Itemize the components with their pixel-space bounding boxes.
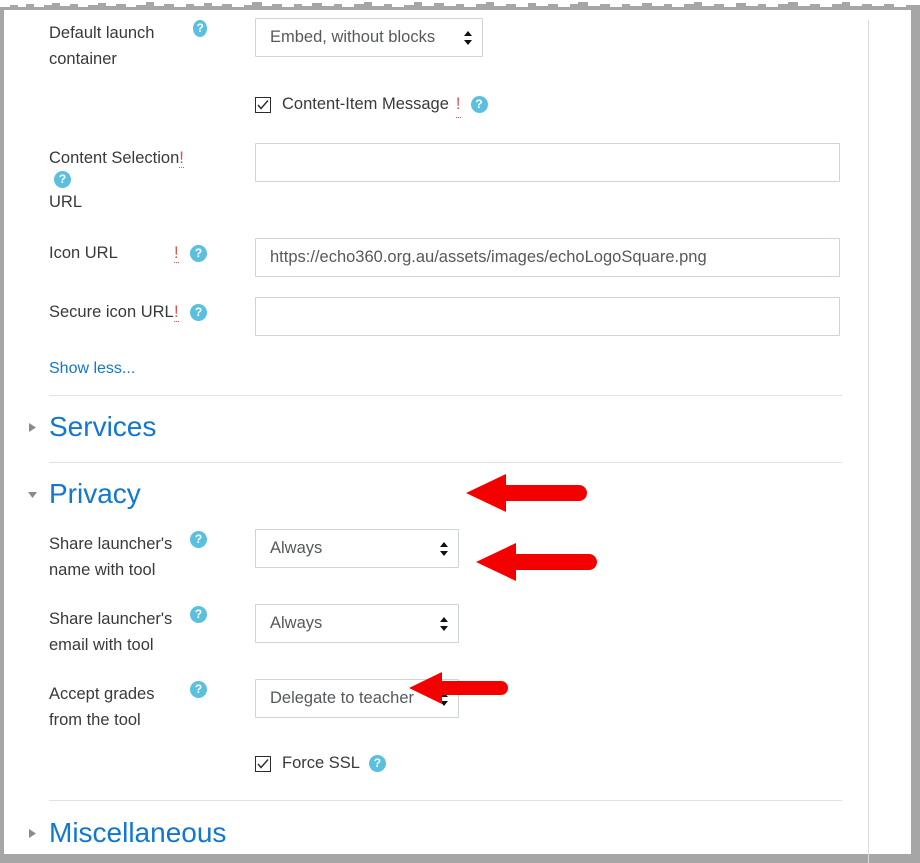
help-icon-default-launch-container[interactable]: ?: [193, 20, 207, 37]
section-header-services[interactable]: Services: [28, 410, 845, 444]
label-share-email: Share launcher's email with tool ?: [49, 604, 207, 658]
advanced-marker-content-item-message: !: [455, 91, 461, 118]
triangle-right-icon-services[interactable]: [24, 422, 40, 433]
field-row-share-email: Share launcher's email with tool ? Alway…: [49, 604, 845, 658]
section-title-services[interactable]: Services: [49, 410, 156, 444]
input-secure-icon-url[interactable]: [255, 297, 840, 336]
control-content-selection-url: [207, 143, 845, 182]
container-right-rule: [868, 20, 869, 863]
field-row-force-ssl: Force SSL ?: [49, 754, 845, 773]
checkbox-content-item-message[interactable]: [255, 96, 271, 113]
help-icon-secure-icon-url[interactable]: ?: [190, 304, 207, 321]
advanced-marker-secure-icon-url: !: [173, 303, 179, 322]
select-share-name-value: Always: [270, 539, 323, 557]
triangle-right-icon-miscellaneous[interactable]: [24, 828, 40, 839]
select-default-launch-container[interactable]: Embed, without blocks: [255, 18, 483, 57]
show-less-link[interactable]: Show less...: [49, 360, 135, 377]
checkbox-row-content-item-message: Content-Item Message ! ?: [255, 91, 845, 118]
select-share-email-value: Always: [270, 614, 323, 632]
label-content-selection-url-line2: URL: [49, 193, 83, 211]
torn-edge-decoration: [0, 0, 920, 10]
label-share-name-line1: Share launcher's: [49, 535, 173, 553]
control-default-launch-container: Embed, without blocks: [207, 18, 845, 57]
updown-caret-icon: [463, 30, 473, 46]
select-accept-grades-value: Delegate to teacher: [270, 689, 415, 707]
settings-page: Default launch container ? Embed, withou…: [4, 10, 911, 863]
control-force-ssl: Force SSL ?: [207, 754, 845, 773]
divider-after-services: [49, 462, 842, 463]
label-content-selection-url-line1: Content Selection: [49, 149, 180, 167]
control-secure-icon-url: [207, 297, 845, 336]
field-row-icon-url: Icon URL ! ? https://echo360.org.au/asse…: [49, 238, 845, 277]
field-row-default-launch-container: Default launch container ? Embed, withou…: [49, 18, 845, 72]
help-icon-force-ssl[interactable]: ?: [368, 755, 386, 772]
label-share-email-line2: email with tool: [49, 636, 154, 654]
label-content-selection-url: Content Selection! ? URL: [49, 143, 207, 215]
select-accept-grades[interactable]: Delegate to teacher: [255, 679, 459, 718]
label-secure-icon-url: Secure icon URL ! ?: [49, 297, 207, 325]
select-share-name[interactable]: Always: [255, 529, 459, 568]
triangle-down-icon-privacy[interactable]: [24, 490, 40, 499]
updown-caret-icon: [439, 541, 449, 557]
label-secure-icon-url-text: Secure icon URL: [49, 303, 174, 321]
divider-after-show-less: [49, 395, 842, 396]
checkbox-force-ssl[interactable]: [255, 755, 271, 772]
updown-caret-icon: [439, 616, 449, 632]
label-default-launch-container: Default launch container ?: [49, 18, 207, 72]
frame-border-right: [911, 8, 920, 863]
help-icon-content-item-message[interactable]: ?: [470, 96, 488, 113]
control-content-item-message: Content-Item Message ! ?: [207, 91, 845, 118]
input-icon-url[interactable]: https://echo360.org.au/assets/images/ech…: [255, 238, 840, 277]
select-share-email[interactable]: Always: [255, 604, 459, 643]
label-default-launch-container-text: Default launch container: [49, 24, 155, 68]
control-share-name: Always: [207, 529, 845, 568]
checkbox-label-content-item-message: Content-Item Message: [282, 95, 449, 113]
help-icon-share-email[interactable]: ?: [190, 606, 207, 623]
label-icon-url-text: Icon URL: [49, 244, 118, 262]
label-icon-url: Icon URL ! ?: [49, 238, 207, 266]
checkbox-row-force-ssl: Force SSL ?: [255, 754, 845, 773]
label-spacer-content-item-message: [49, 91, 207, 93]
field-row-content-item-message: Content-Item Message ! ?: [49, 91, 845, 118]
label-accept-grades-line1: Accept grades: [49, 685, 155, 703]
select-default-launch-container-value: Embed, without blocks: [270, 28, 436, 46]
label-share-name: Share launcher's name with tool ?: [49, 529, 207, 583]
section-title-privacy[interactable]: Privacy: [49, 477, 141, 511]
divider-after-privacy: [49, 800, 842, 801]
field-row-content-selection-url: Content Selection! ? URL: [49, 143, 845, 215]
label-accept-grades: Accept grades from the tool ?: [49, 679, 207, 733]
help-icon-accept-grades[interactable]: ?: [190, 681, 207, 698]
label-share-email-line1: Share launcher's: [49, 610, 173, 628]
label-spacer-force-ssl: [49, 754, 207, 756]
advanced-marker-content-selection-url: !: [179, 149, 184, 168]
input-content-selection-url[interactable]: [255, 143, 840, 182]
section-header-miscellaneous[interactable]: Miscellaneous: [28, 816, 845, 850]
help-icon-icon-url[interactable]: ?: [190, 245, 207, 262]
advanced-marker-icon-url: !: [173, 244, 179, 263]
label-share-name-line2: name with tool: [49, 561, 156, 579]
form-content: Default launch container ? Embed, withou…: [27, 10, 845, 863]
updown-caret-icon: [439, 691, 449, 707]
section-header-privacy[interactable]: Privacy: [27, 477, 845, 511]
section-title-miscellaneous[interactable]: Miscellaneous: [49, 816, 226, 850]
screenshot-root: Default launch container ? Embed, withou…: [0, 0, 920, 863]
checkbox-label-force-ssl: Force SSL: [282, 754, 360, 772]
control-icon-url: https://echo360.org.au/assets/images/ech…: [207, 238, 845, 277]
field-row-secure-icon-url: Secure icon URL ! ?: [49, 297, 845, 336]
field-row-share-name: Share launcher's name with tool ? Always: [49, 529, 845, 583]
control-accept-grades: Delegate to teacher: [207, 679, 845, 718]
help-icon-content-selection-url[interactable]: ?: [54, 171, 71, 188]
label-accept-grades-line2: from the tool: [49, 711, 141, 729]
show-less-wrapper: Show less...: [49, 360, 845, 378]
field-row-accept-grades: Accept grades from the tool ? Delegate t…: [49, 679, 845, 733]
control-share-email: Always: [207, 604, 845, 643]
help-icon-share-name[interactable]: ?: [190, 531, 207, 548]
